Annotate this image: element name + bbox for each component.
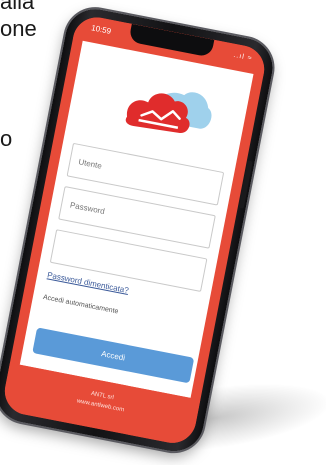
auto-login-toggle[interactable]: Accedi automaticamente <box>42 294 119 315</box>
background-text-line-2: one <box>0 16 37 41</box>
phone-screen: 10:59 ..ıl ≈ Password dimenticata? <box>0 13 269 447</box>
signal-wifi-battery-icon: ..ıl ≈ <box>232 51 254 63</box>
background-text-line-1: alla <box>0 0 35 14</box>
status-time: 10:59 <box>90 23 112 36</box>
login-form: Password dimenticata? Accedi automaticam… <box>19 40 254 398</box>
marketing-image: alla one o 10:59 ..ıl ≈ Utente Password … <box>0 0 326 465</box>
background-text-line-3: o <box>0 126 13 151</box>
cloud-logo-icon <box>125 92 212 133</box>
